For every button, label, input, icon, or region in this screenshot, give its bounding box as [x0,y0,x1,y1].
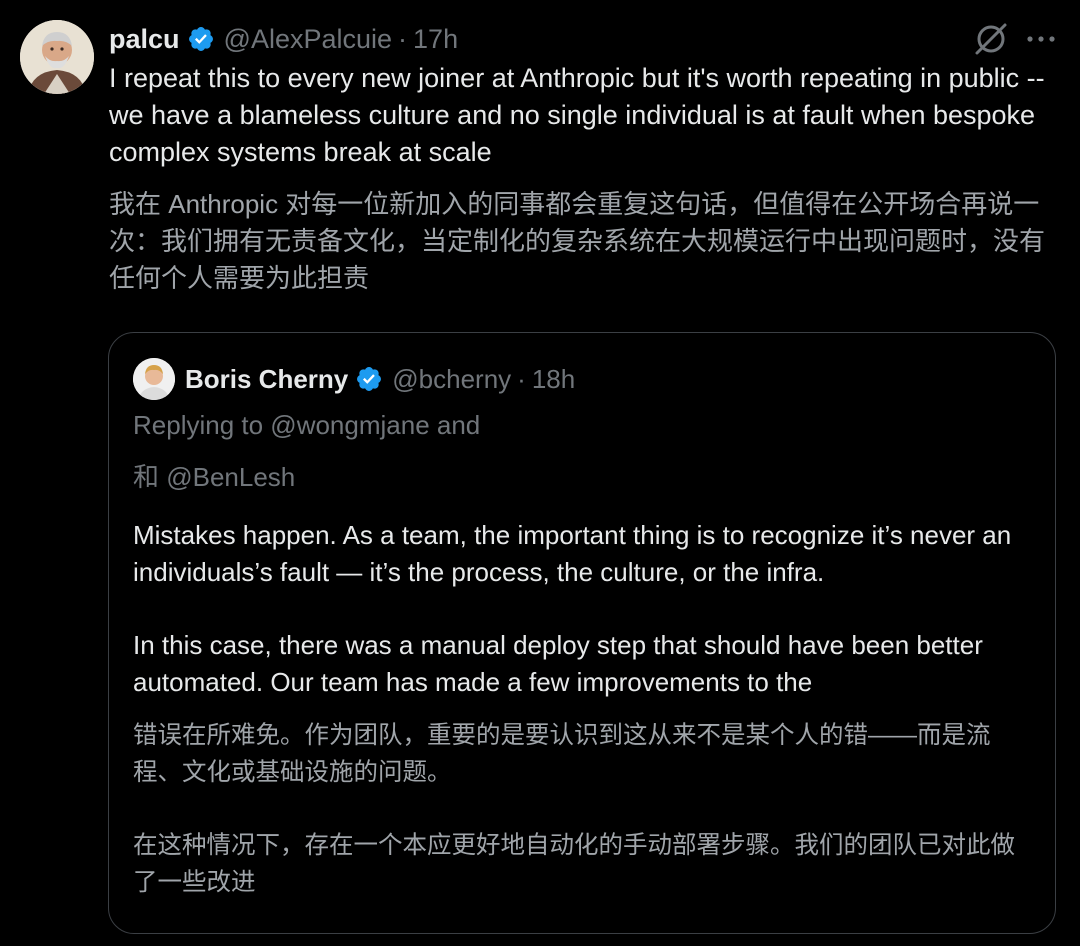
quoted-tweet-translation-2: 在这种情况下，存在一个本应更好地自动化的手动部署步骤。我们的团队已对此做了一些改… [133,832,1015,896]
tweet-text: I repeat this to every new joiner at Ant… [109,63,1045,167]
quoted-tweet-paragraph-2: In this case, there was a manual deploy … [133,630,983,697]
tweet-translation: 我在 Anthropic 对每一位新加入的同事都会重复这句话，但值得在公开场合再… [109,189,1046,293]
tweet-header: palcu @AlexPalcuie · 17h [109,18,458,60]
separator-dot: · [398,23,408,54]
quoted-author-handle-text[interactable]: @bcherny [392,364,511,394]
quoted-tweet-card[interactable]: Boris Cherny @bcherny · 18h Replying to @w… [108,332,1056,934]
quoted-tweet-timestamp[interactable]: 18h [532,364,575,394]
author-handle-text[interactable]: @AlexPalcuie [224,24,393,54]
more-options-icon[interactable] [1024,26,1058,52]
replying-to-line[interactable]: Replying to @wongmjane and [133,407,480,444]
replying-to-translation[interactable]: 和 @BenLesh [133,459,295,496]
author-name[interactable]: palcu [109,24,180,55]
quoted-tweet-header: Boris Cherny @bcherny · 18h [133,357,575,401]
verified-badge-icon[interactable] [187,25,215,53]
author-avatar-image [20,20,94,94]
author-avatar[interactable] [20,20,94,94]
quoted-author-handle[interactable]: @bcherny · 18h [392,364,575,395]
quoted-tweet-translation-1: 错误在所难免。作为团队，重要的是要认识到这从来不是某个人的错——而是流程、文化或… [133,722,991,786]
quoted-tweet-paragraph-1: Mistakes happen. As a team, the importan… [133,520,1012,587]
quoted-author-avatar[interactable] [133,358,175,400]
tweet-timestamp[interactable]: 17h [413,24,458,54]
quoted-author-name[interactable]: Boris Cherny [185,364,348,395]
grok-icon[interactable] [972,20,1010,58]
separator-dot: · [517,363,526,394]
verified-badge-icon[interactable] [355,365,383,393]
author-handle[interactable]: @AlexPalcuie · 17h [224,24,459,55]
quoted-author-avatar-image [133,358,175,400]
